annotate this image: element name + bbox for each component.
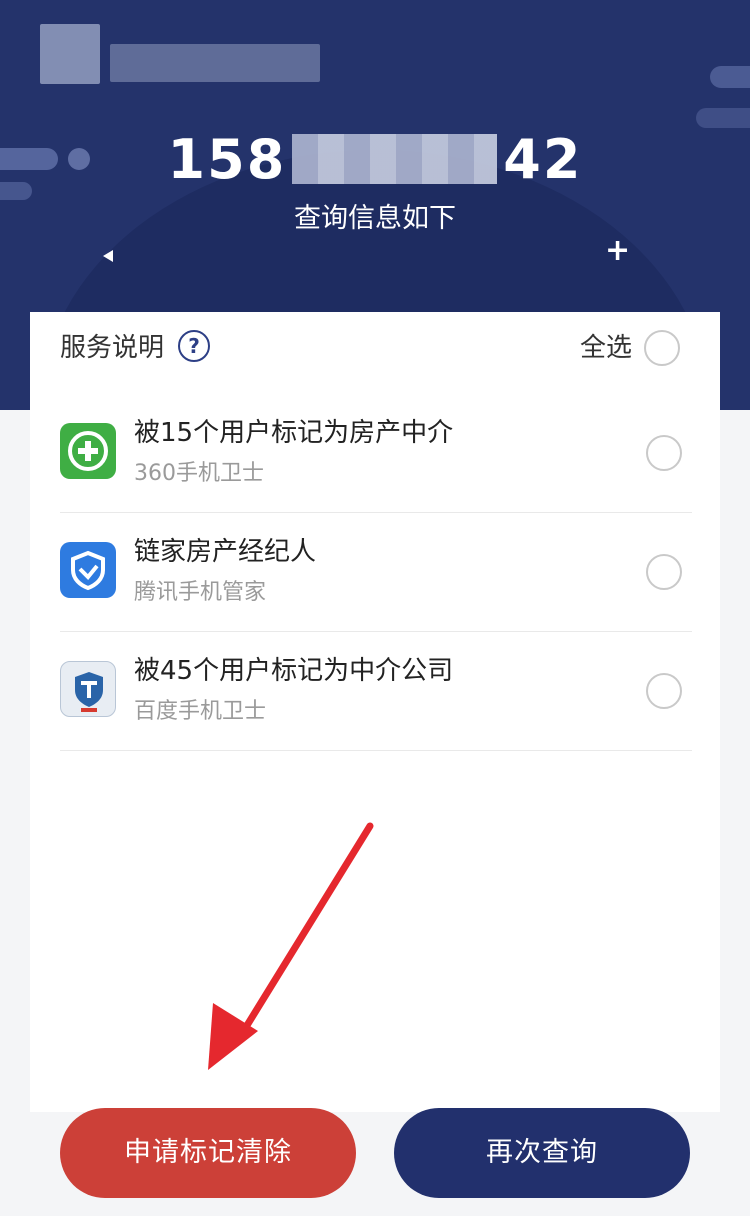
select-all-radio[interactable] — [644, 330, 680, 366]
page-subtitle: 查询信息如下 — [294, 203, 456, 234]
shield-check-icon — [60, 542, 116, 598]
blurred-name — [40, 24, 100, 84]
request-clear-mark-button[interactable]: 申请标记清除 — [60, 1108, 356, 1198]
shield-t-icon — [60, 661, 116, 717]
item-title: 被45个用户标记为中介公司 — [134, 656, 454, 686]
select-all-label[interactable]: 全选 — [580, 330, 632, 366]
list-item[interactable]: 被45个用户标记为中介公司 百度手机卫士 — [60, 631, 692, 751]
phone-suffix: 42 — [503, 128, 583, 191]
list-item[interactable]: 链家房产经纪人 腾讯手机管家 — [60, 512, 692, 632]
app-screen: + 158 42 查询信息如下 服务说明 ? 全选 被15个用户标记为房产中介 3… — [0, 0, 750, 1216]
help-icon[interactable]: ? — [178, 330, 210, 362]
result-card: 服务说明 ? 全选 被15个用户标记为房产中介 360手机卫士 链家房产经纪人 … — [30, 312, 720, 1112]
service-description-label: 服务说明 — [60, 333, 165, 363]
item-radio[interactable] — [646, 673, 682, 709]
list-item[interactable]: 被15个用户标记为房产中介 360手机卫士 — [60, 393, 692, 513]
phone-prefix: 158 — [167, 128, 287, 191]
item-radio[interactable] — [646, 435, 682, 471]
item-source: 百度手机卫士 — [134, 699, 267, 724]
phone-mask — [292, 134, 498, 184]
item-title: 被15个用户标记为房产中介 — [134, 418, 454, 448]
cloud-decoration — [710, 66, 750, 88]
sparkle-icon: + — [605, 233, 631, 268]
blurred-name — [110, 44, 320, 82]
item-source: 腾讯手机管家 — [134, 580, 267, 605]
phone-number: 158 42 — [0, 128, 750, 192]
item-radio[interactable] — [646, 554, 682, 590]
item-title: 链家房产经纪人 — [134, 537, 317, 567]
requery-button[interactable]: 再次查询 — [394, 1108, 690, 1198]
cloud-decoration — [696, 108, 750, 128]
star-decoration — [103, 250, 113, 262]
card-header: 服务说明 ? 全选 — [30, 312, 720, 384]
item-source: 360手机卫士 — [134, 461, 264, 486]
shield-plus-icon — [60, 423, 116, 479]
